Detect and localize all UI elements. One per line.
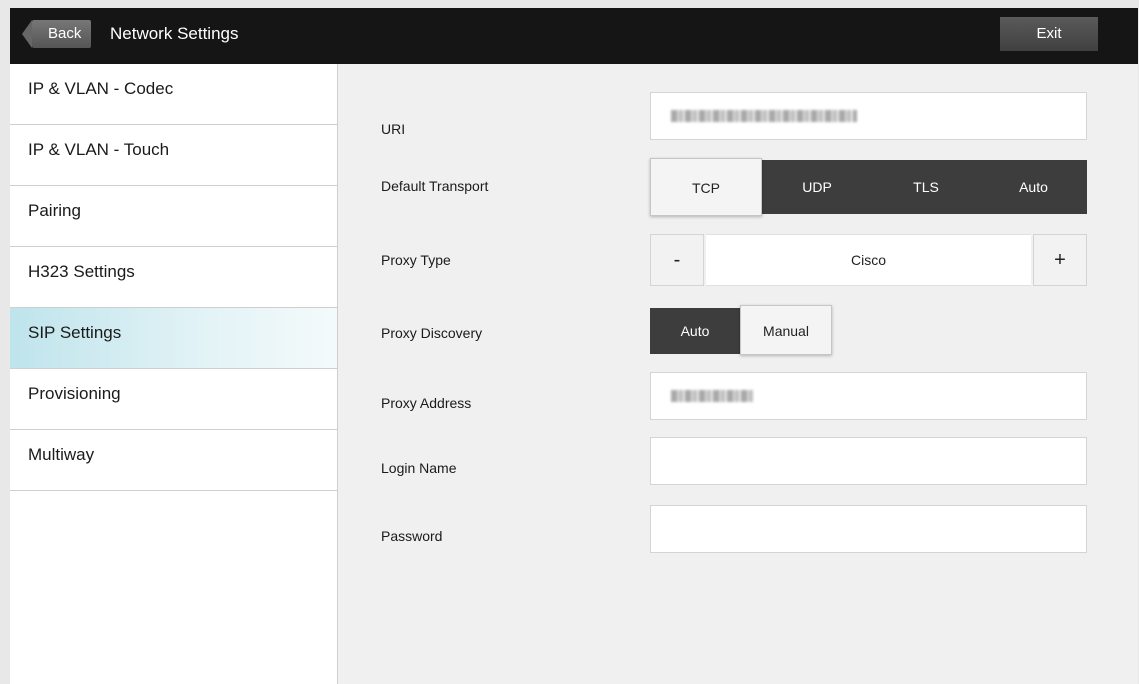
transport-option-tcp[interactable]: TCP [650,158,762,216]
sidebar-item-label: SIP Settings [28,323,122,342]
uri-label: URI [381,121,406,137]
decrement-button[interactable]: - [650,234,704,286]
sidebar-item-label: IP & VLAN - Codec [28,79,174,98]
discovery-option-manual[interactable]: Manual [740,305,832,355]
sidebar-item-multiway[interactable]: Multiway [10,430,337,491]
transport-option-udp[interactable]: UDP [762,160,872,214]
increment-button[interactable]: + [1033,234,1087,286]
proxy-address-field[interactable] [650,372,1087,420]
app-window: Back Network Settings Exit IP & VLAN - C… [10,8,1138,684]
transport-option-tls[interactable]: TLS [872,160,980,214]
proxy-type-stepper: - Cisco + [650,234,1087,286]
redacted-value [671,110,857,122]
proxy-type-label: Proxy Type [381,252,451,268]
sidebar-item-h323-settings[interactable]: H323 Settings [10,247,337,308]
page-title: Network Settings [110,24,239,43]
proxy-type-value: Cisco [706,234,1031,286]
sidebar-item-label: IP & VLAN - Touch [28,140,170,159]
password-field[interactable] [650,505,1087,553]
proxy-discovery-toggle: Auto Manual [650,305,832,355]
password-label: Password [381,528,443,544]
sidebar-item-pairing[interactable]: Pairing [10,186,337,247]
proxy-discovery-label: Proxy Discovery [381,325,483,341]
sidebar-item-label: Provisioning [28,384,121,403]
default-transport-selector: TCP UDP TLS Auto [650,158,1087,216]
default-transport-label: Default Transport [381,178,489,194]
sidebar-item-label: Pairing [28,201,81,220]
settings-sidebar: IP & VLAN - Codec IP & VLAN - Touch Pair… [10,64,338,684]
back-button[interactable]: Back [21,20,92,48]
login-name-label: Login Name [381,460,457,476]
proxy-address-label: Proxy Address [381,395,472,411]
sidebar-item-ip-vlan-codec[interactable]: IP & VLAN - Codec [10,64,337,125]
sidebar-item-provisioning[interactable]: Provisioning [10,369,337,430]
redacted-value [671,390,753,402]
login-name-field[interactable] [650,437,1087,485]
transport-option-auto[interactable]: Auto [980,160,1087,214]
sidebar-item-label: Multiway [28,445,95,464]
uri-field[interactable] [650,92,1087,140]
top-bar: Back Network Settings Exit [10,8,1138,64]
discovery-option-auto[interactable]: Auto [650,308,740,354]
sidebar-item-ip-vlan-touch[interactable]: IP & VLAN - Touch [10,125,337,186]
sidebar-item-sip-settings[interactable]: SIP Settings [10,308,337,369]
sip-settings-form: URI Default Transport TCP UDP TLS Auto P… [338,64,1138,684]
exit-button[interactable]: Exit [1000,17,1098,51]
sidebar-item-label: H323 Settings [28,262,135,281]
